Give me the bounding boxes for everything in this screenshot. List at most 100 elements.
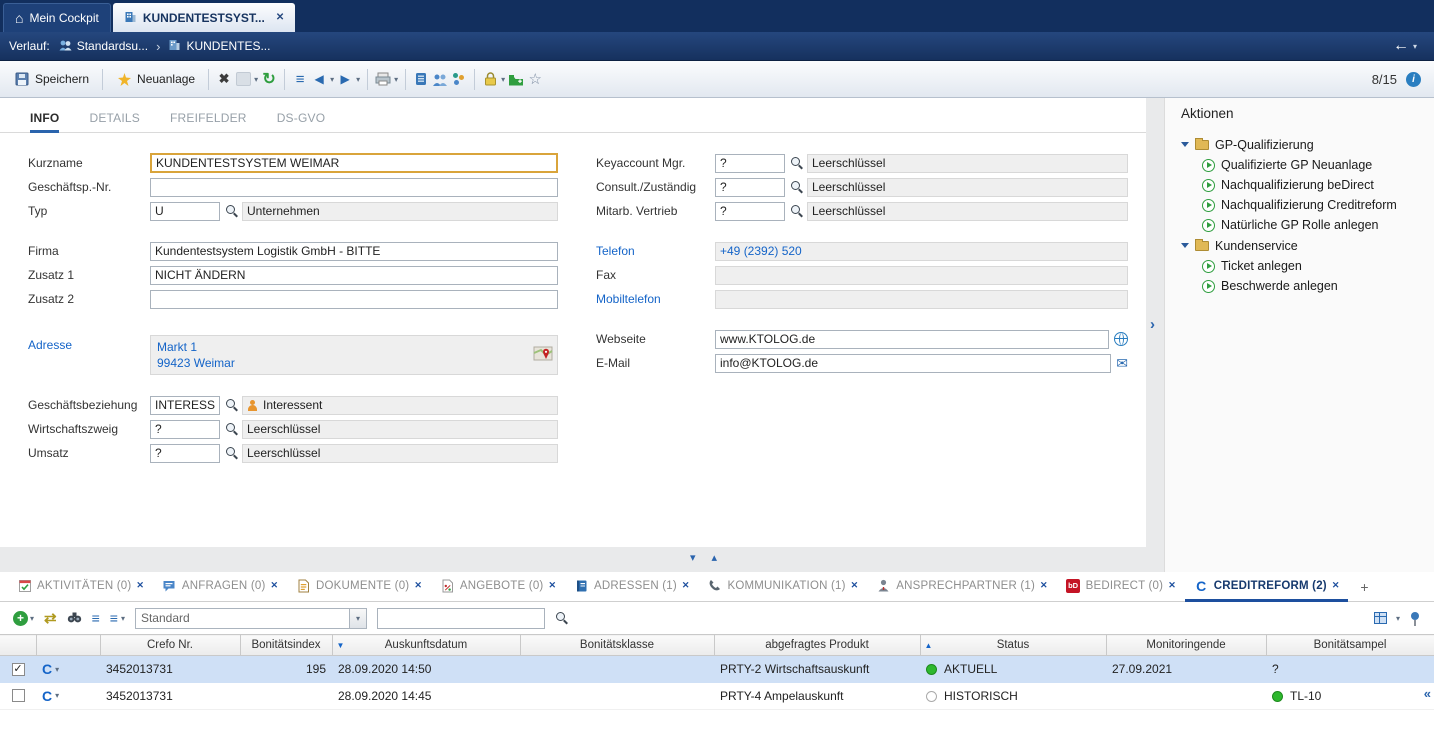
history-back-icon[interactable]: ←	[1393, 37, 1409, 55]
collapse-down-icon[interactable]: ▾	[690, 551, 696, 564]
previous-dropdown-icon[interactable]: ▾	[330, 75, 334, 84]
header-auskunftsdatum[interactable]: ▼Auskunftsdatum	[332, 635, 520, 656]
table-row[interactable]: ✓ C▾ 3452013731 195 28.09.2020 14:50 PRT…	[0, 656, 1434, 683]
keyaccount-code-input[interactable]	[715, 154, 785, 173]
dropdown-icon[interactable]: ▾	[254, 75, 258, 84]
tab-anfragen[interactable]: ANFRAGEN (0) ✕	[153, 572, 287, 602]
mitarb-vertrieb-code-input[interactable]	[715, 202, 785, 221]
close-icon[interactable]: ✕	[1168, 580, 1176, 591]
tab-creditreform[interactable]: C CREDITREFORM (2) ✕	[1185, 572, 1349, 602]
telefon-link-label[interactable]: Telefon	[596, 244, 715, 258]
add-dropdown-icon[interactable]: ▾	[30, 614, 34, 623]
lookup-icon[interactable]	[225, 204, 238, 218]
save-button[interactable]: Speichern	[8, 66, 95, 92]
row-dropdown-icon[interactable]: ▾	[55, 691, 59, 700]
close-icon[interactable]: ✕	[136, 580, 144, 591]
tab-adressen[interactable]: ADRESSEN (1) ✕	[565, 572, 698, 602]
header-monitoringende[interactable]: Monitoringende	[1106, 635, 1266, 656]
binoculars-icon[interactable]	[67, 611, 82, 626]
close-icon[interactable]: ✕	[548, 580, 556, 591]
tab-dokumente[interactable]: DOKUMENTE (0) ✕	[287, 572, 431, 602]
lock-icon[interactable]	[482, 70, 498, 88]
previous-record-icon[interactable]: ◀	[311, 70, 327, 88]
delete-icon[interactable]: ✖	[216, 70, 232, 88]
history-dropdown-icon[interactable]: ▾	[1413, 42, 1417, 51]
next-record-icon[interactable]: ▶	[337, 70, 353, 88]
column-filter-icon[interactable]	[1374, 612, 1387, 624]
consult-code-input[interactable]	[715, 178, 785, 197]
list-view-icon[interactable]: ≡	[292, 70, 308, 88]
transfer-icon[interactable]: ⇄	[44, 609, 57, 627]
collapse-up-icon[interactable]: ▴	[712, 551, 718, 564]
tab-info[interactable]: INFO	[30, 105, 59, 133]
favorite-icon[interactable]: ☆	[527, 70, 543, 88]
creditreform-icon[interactable]: C	[42, 688, 52, 704]
lookup-icon[interactable]	[225, 398, 238, 412]
print-icon[interactable]	[375, 70, 391, 88]
lookup-icon[interactable]	[790, 204, 803, 218]
view-select-dropdown[interactable]: ▾	[349, 609, 366, 628]
lookup-icon[interactable]	[790, 180, 803, 194]
row-checkbox[interactable]: ✓	[12, 663, 25, 676]
action-beschwerde-anlegen[interactable]: Beschwerde anlegen	[1181, 276, 1434, 296]
new-record-button[interactable]: Neuanlage	[110, 66, 201, 92]
zusatz2-input[interactable]	[150, 290, 558, 309]
document-icon[interactable]	[413, 70, 429, 88]
lookup-icon[interactable]	[790, 156, 803, 170]
row-checkbox[interactable]	[12, 689, 25, 702]
add-tab-button[interactable]: +	[1348, 572, 1380, 601]
firma-input[interactable]	[150, 242, 558, 261]
filter-search-input[interactable]	[377, 608, 545, 629]
action-natuerliche-gp-rolle[interactable]: Natürliche GP Rolle anlegen	[1181, 215, 1434, 235]
wirtschaftszweig-code-input[interactable]	[150, 420, 220, 439]
tab-ds-gvo[interactable]: DS-GVO	[277, 105, 326, 133]
action-nachqualifizierung-bedirect[interactable]: Nachqualifizierung beDirect	[1181, 175, 1434, 195]
tab-freifelder[interactable]: FREIFELDER	[170, 105, 247, 133]
add-folder-icon[interactable]	[508, 70, 524, 88]
header-bonitaetsklasse[interactable]: Bonitätsklasse	[520, 635, 714, 656]
pin-icon[interactable]	[1409, 611, 1421, 626]
tree-group-gp-qualifizierung[interactable]: GP-Qualifizierung	[1181, 134, 1434, 155]
row-dropdown-icon[interactable]: ▾	[55, 665, 59, 674]
close-icon[interactable]: ✕	[276, 12, 284, 23]
contacts-icon[interactable]	[432, 70, 448, 88]
adresse-city-link[interactable]: 99423 Weimar	[157, 355, 551, 371]
action-nachqualifizierung-creditreform[interactable]: Nachqualifizierung Creditreform	[1181, 195, 1434, 215]
breadcrumb-item-record[interactable]: KUNDENTES...	[168, 38, 270, 54]
close-icon[interactable]: ✕	[414, 580, 422, 591]
refresh-icon[interactable]: ↻	[261, 70, 277, 88]
sidebar-expand-icon[interactable]: ›	[1150, 316, 1155, 333]
adresse-link-label[interactable]: Adresse	[28, 335, 150, 352]
typ-code-input[interactable]	[150, 202, 220, 221]
mobiltelefon-link-label[interactable]: Mobiltelefon	[596, 292, 715, 306]
webseite-input[interactable]	[715, 330, 1109, 349]
tab-mein-cockpit[interactable]: ⌂ Mein Cockpit	[3, 3, 111, 32]
close-icon[interactable]: ✕	[270, 580, 278, 591]
close-icon[interactable]: ✕	[851, 580, 859, 591]
close-icon[interactable]: ✕	[1040, 580, 1048, 591]
umsatz-code-input[interactable]	[150, 444, 220, 463]
adresse-street-link[interactable]: Markt 1	[157, 339, 551, 355]
panel-collapse-icon[interactable]: «	[1424, 686, 1431, 701]
grouping-dropdown-icon[interactable]: ▾	[121, 614, 125, 623]
lock-dropdown-icon[interactable]: ▾	[501, 75, 505, 84]
grouping-button[interactable]: ≡ ▾	[110, 610, 125, 626]
kurzname-input[interactable]	[150, 153, 558, 173]
table-row[interactable]: C▾ 3452013731 28.09.2020 14:45 PRTY-4 Am…	[0, 683, 1434, 710]
header-bonitaetsindex[interactable]: Bonitätsindex	[240, 635, 332, 656]
header-bonitaetsampel[interactable]: Bonitätsampel	[1266, 635, 1434, 656]
tab-angebote[interactable]: ANGEBOTE (0) ✕	[431, 572, 565, 602]
breadcrumb-item-search[interactable]: Standardsu...	[58, 39, 148, 54]
creditreform-icon[interactable]: C	[42, 661, 52, 677]
close-icon[interactable]: ✕	[682, 580, 690, 591]
geschaeftsbeziehung-code-input[interactable]	[150, 396, 220, 415]
list-view-icon[interactable]: ≡	[92, 610, 100, 626]
tab-ansprechpartner[interactable]: ANSPRECHPARTNER (1) ✕	[867, 572, 1056, 602]
action-ticket-anlegen[interactable]: Ticket anlegen	[1181, 256, 1434, 276]
lookup-icon[interactable]	[225, 446, 238, 460]
tree-group-kundenservice[interactable]: Kundenservice	[1181, 235, 1434, 256]
email-icon[interactable]: ✉	[1116, 356, 1128, 370]
geschaeftsp-nr-input[interactable]	[150, 178, 558, 197]
action-qualifizierte-gp-neuanlage[interactable]: Qualifizierte GP Neuanlage	[1181, 155, 1434, 175]
expand-icon[interactable]	[1181, 243, 1189, 248]
